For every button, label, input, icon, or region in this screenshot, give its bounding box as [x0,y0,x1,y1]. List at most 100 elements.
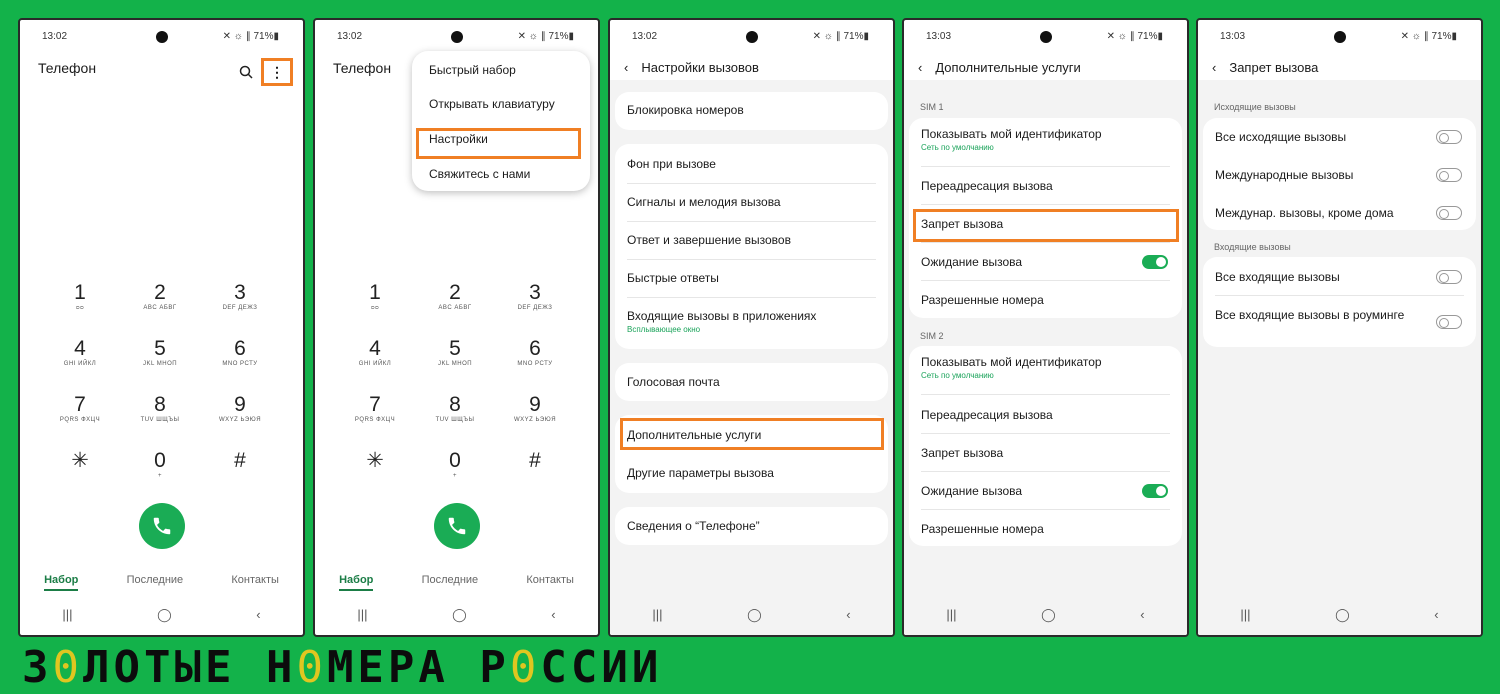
row-answer-end[interactable]: Ответ и завершение вызовов [627,233,876,247]
phone-screen-supplementary: 13:03 ✕ ☼ ∥ 71%▮ ‹ Дополнительные услуги … [902,18,1189,637]
row-sim2-caller-id[interactable]: Показывать мой идентификатор Сеть по умол… [921,355,1170,380]
tab-keypad[interactable]: Набор [44,574,79,591]
key-2[interactable]: 2 ABC АБВГ [130,282,190,312]
key-4[interactable]: 4 GHI ИЙКЛ [50,338,110,368]
row-incoming-roaming[interactable]: Все входящие вызовы в роуминге [1215,308,1416,322]
row-number-blocking[interactable]: Блокировка номеров [627,103,876,117]
key-7[interactable]: 7 PQRS ФХЦЧ [345,394,405,424]
recents-nav-icon[interactable]: ||| [946,607,956,623]
call-button[interactable] [433,503,480,549]
row-sim2-barring[interactable]: Запрет вызова [921,446,1170,460]
row-ringtones[interactable]: Сигналы и мелодия вызова [627,195,876,209]
recents-nav-icon[interactable]: ||| [652,607,662,623]
key-2[interactable]: 2 ABC АБВГ [425,282,485,312]
back-arrow-icon[interactable]: ‹ [918,60,922,75]
key-8[interactable]: 8 TUV ШЩЪЫ [425,394,485,424]
phone-screen-call-barring: 13:03 ✕ ☼ ∥ 71%▮ ‹ Запрет вызова Исходящи… [1196,18,1483,637]
row-calls-in-apps[interactable]: Входящие вызовы в приложениях Всплывающее… [627,309,876,334]
row-sim1-caller-id-sub: Сеть по умолчанию [921,143,994,152]
home-nav-icon[interactable]: ◯ [452,607,467,623]
home-nav-icon[interactable]: ◯ [1335,607,1350,623]
recents-nav-icon[interactable]: ||| [62,607,72,623]
key-1[interactable]: 1 ᴑᴑ [50,282,110,312]
row-sim2-caller-id-label: Показывать мой идентификатор [921,355,1102,369]
home-nav-icon[interactable]: ◯ [1041,607,1056,623]
key-star[interactable]: ✳ [345,450,405,472]
back-nav-icon[interactable]: ‹ [846,607,850,623]
key-9[interactable]: 9 WXYZ ЬЭЮЯ [505,394,565,424]
back-nav-icon[interactable]: ‹ [551,607,555,623]
toggle-sim2-waiting[interactable] [1142,484,1168,498]
card-incoming: Все входящие вызовы Все входящие вызовы … [1203,257,1476,347]
status-bar: 13:03 ✕ ☼ ∥ 71%▮ [904,29,1187,45]
row-intl-except-home[interactable]: Междунар. вызовы, кроме дома [1215,206,1464,220]
key-8[interactable]: 8 TUV ШЩЪЫ [130,394,190,424]
row-sim1-forwarding[interactable]: Переадресация вызова [921,179,1170,193]
card-blocking: Блокировка номеров [615,92,888,130]
tab-recents[interactable]: Последние [422,574,479,591]
home-nav-icon[interactable]: ◯ [157,607,172,623]
toggle-all-outgoing[interactable] [1436,130,1462,144]
row-international[interactable]: Международные вызовы [1215,168,1464,182]
row-sim1-fdn[interactable]: Разрешенные номера [921,293,1170,307]
row-about-phone[interactable]: Сведения о “Телефоне” [627,519,876,533]
key-1[interactable]: 1 ᴑᴑ [345,282,405,312]
back-nav-icon[interactable]: ‹ [1434,607,1438,623]
back-nav-icon[interactable]: ‹ [256,607,260,623]
key-0[interactable]: 0 + [130,450,190,480]
search-icon[interactable] [239,65,253,79]
call-button[interactable] [138,503,185,549]
recents-nav-icon[interactable]: ||| [357,607,367,623]
key-6[interactable]: 6 MNO РСТУ [505,338,565,368]
tab-contacts[interactable]: Контакты [231,574,279,591]
tab-recents[interactable]: Последние [127,574,184,591]
key-3[interactable]: 3 DEF ДЕЖЗ [210,282,270,312]
menu-item-contact-us[interactable]: Свяжитесь с нами [429,167,530,181]
toggle-all-incoming[interactable] [1436,270,1462,284]
row-sim1-caller-id[interactable]: Показывать мой идентификатор Сеть по умол… [921,127,1170,152]
toggle-international[interactable] [1436,168,1462,182]
status-icons: ✕ ☼ ∥ 71%▮ [1400,31,1457,42]
row-sim2-forwarding[interactable]: Переадресация вызова [921,408,1170,422]
key-6[interactable]: 6 MNO РСТУ [210,338,270,368]
tab-keypad[interactable]: Набор [339,574,374,591]
row-sim1-waiting[interactable]: Ожидание вызова [921,255,1170,269]
key-5[interactable]: 5 JKL МНОП [425,338,485,368]
sim1-label: SIM 1 [920,102,944,112]
status-bar: 13:03 ✕ ☼ ∥ 71%▮ [1198,29,1481,45]
system-nav-bar: ||| ◯ ‹ [1198,607,1481,623]
key-3[interactable]: 3 DEF ДЕЖЗ [505,282,565,312]
row-quick-replies[interactable]: Быстрые ответы [627,271,876,285]
recents-nav-icon[interactable]: ||| [1240,607,1250,623]
key-9[interactable]: 9 WXYZ ЬЭЮЯ [210,394,270,424]
more-options-button[interactable]: ⋮ [261,58,293,86]
row-voicemail[interactable]: Голосовая почта [627,375,876,389]
toggle-incoming-roaming[interactable] [1436,315,1462,329]
key-star[interactable]: ✳ [50,450,110,472]
key-hash[interactable]: # [210,450,270,472]
back-arrow-icon[interactable]: ‹ [1212,60,1216,75]
row-call-background[interactable]: Фон при вызове [627,157,876,171]
row-sim2-fdn[interactable]: Разрешенные номера [921,522,1170,536]
row-other-settings[interactable]: Другие параметры вызова [627,466,876,480]
back-arrow-icon[interactable]: ‹ [624,60,628,75]
row-all-outgoing[interactable]: Все исходящие вызовы [1215,130,1464,144]
row-all-incoming[interactable]: Все входящие вызовы [1215,270,1464,284]
tab-contacts[interactable]: Контакты [526,574,574,591]
key-4[interactable]: 4 GHI ИЙКЛ [345,338,405,368]
key-7[interactable]: 7 PQRS ФХЦЧ [50,394,110,424]
menu-item-speed-dial[interactable]: Быстрый набор [429,63,516,77]
key-hash[interactable]: # [505,450,565,472]
key-0[interactable]: 0 + [425,450,485,480]
row-calls-in-apps-label: Входящие вызовы в приложениях [627,309,817,323]
key-5[interactable]: 5 JKL МНОП [130,338,190,368]
menu-item-open-keypad[interactable]: Открывать клавиатуру [429,97,555,111]
phone-icon [153,517,170,535]
toggle-intl-except-home[interactable] [1436,206,1462,220]
toggle-sim1-waiting[interactable] [1142,255,1168,269]
overflow-menu: Быстрый набор Открывать клавиатуру Настр… [412,51,590,191]
row-sim2-waiting[interactable]: Ожидание вызова [921,484,1170,498]
back-nav-icon[interactable]: ‹ [1140,607,1144,623]
home-nav-icon[interactable]: ◯ [747,607,762,623]
row-sim1-caller-id-label: Показывать мой идентификатор [921,127,1102,141]
